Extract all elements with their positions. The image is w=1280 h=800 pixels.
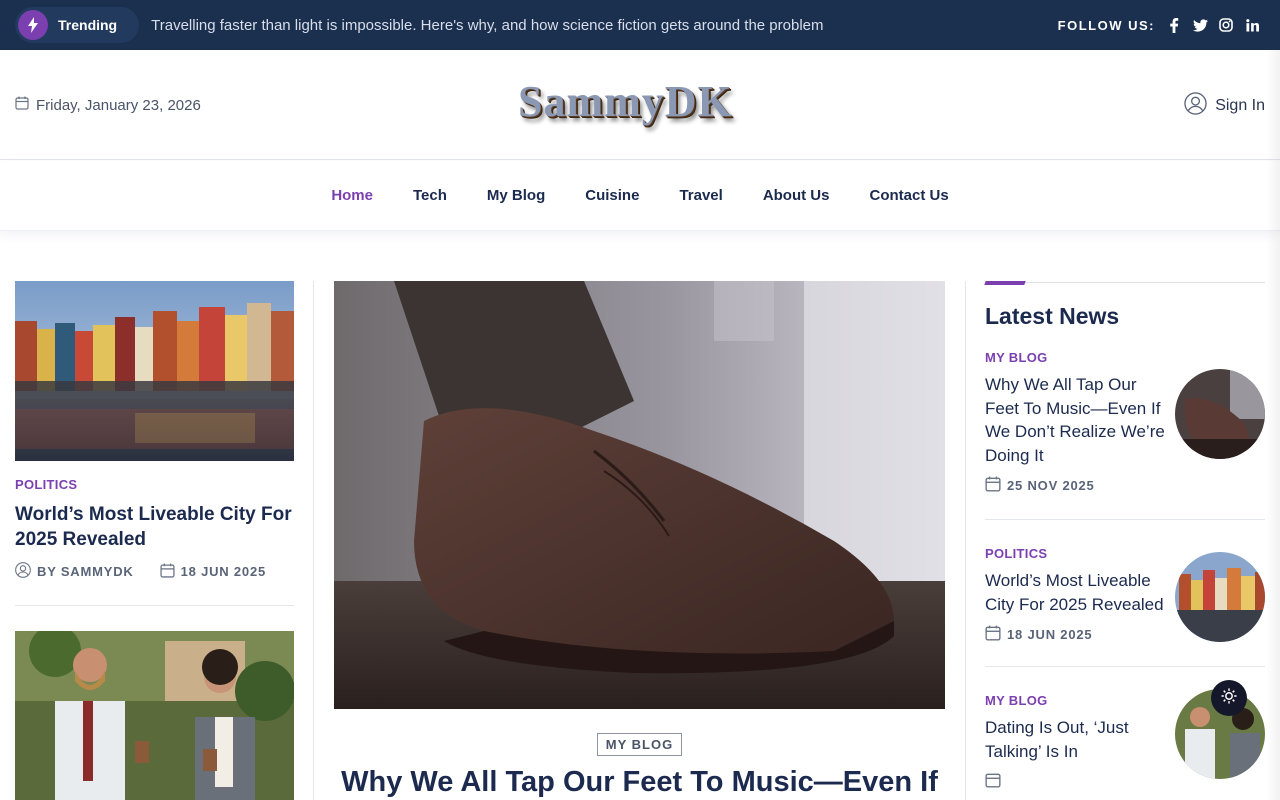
sign-in-link[interactable]: Sign In [1184,92,1265,120]
divider [15,605,294,606]
post-title[interactable]: World’s Most Liveable City For 2025 Reve… [15,502,294,552]
news-category[interactable]: MY BLOG [985,350,1165,365]
follow-us: FOLLOW US: [1058,12,1265,38]
trending-pill[interactable]: Trending [15,7,140,43]
calendar-icon [160,563,175,581]
date-text: Friday, January 23, 2026 [36,96,201,114]
column-divider [965,281,966,800]
left-column: POLITICS World’s Most Liveable City For … [15,281,294,800]
theme-toggle-button[interactable] [1211,680,1247,716]
shoe-image[interactable] [334,281,945,709]
calendar-icon [985,772,1001,791]
trending-label: Trending [58,17,118,33]
user-icon [15,562,31,581]
post-date: 18 JUN 2025 [180,564,267,579]
trending-headline-link[interactable]: Travelling faster than light is impossib… [151,17,823,34]
nav-my-blog[interactable]: My Blog [487,187,545,204]
list-item: POLITICS World’s Most Liveable City For … [985,546,1265,667]
news-category[interactable]: POLITICS [985,546,1165,561]
post-author[interactable]: BY SAMMYDK [37,564,134,579]
news-thumbnail[interactable] [1175,552,1265,642]
latest-news-title: Latest News [985,303,1120,329]
lightning-icon [18,10,48,40]
people-talking-image[interactable] [15,631,294,800]
divider [985,666,1265,667]
news-thumbnail[interactable] [1175,369,1265,459]
instagram-icon[interactable] [1213,12,1239,38]
nav-tech[interactable]: Tech [413,187,447,204]
calendar-icon [985,476,1001,495]
news-date-text: 25 NOV 2025 [1007,478,1095,493]
sign-in-label: Sign In [1215,97,1265,114]
nav-travel[interactable]: Travel [679,187,722,204]
follow-us-label: FOLLOW US: [1057,17,1155,33]
column-divider [313,281,314,800]
city-canal-image[interactable] [15,281,294,461]
current-date: Friday, January 23, 2026 [15,96,201,114]
linkedin-icon[interactable] [1239,12,1265,38]
nav-contact-us[interactable]: Contact Us [869,187,948,204]
main-nav: Home Tech My Blog Cuisine Travel About U… [0,161,1280,231]
news-title[interactable]: World’s Most Liveable City For 2025 Reve… [985,569,1165,616]
news-date [985,772,1165,791]
twitter-icon[interactable] [1187,12,1213,38]
featured-category-badge[interactable]: MY BLOG [596,733,683,756]
section-rule [984,281,1265,285]
nav-home[interactable]: Home [331,187,373,204]
news-title[interactable]: Why We All Tap Our Feet To Music—Even If… [985,373,1165,467]
list-item: MY BLOG Why We All Tap Our Feet To Music… [985,350,1265,520]
site-logo[interactable]: SammyDK [518,76,733,127]
calendar-icon [15,96,29,114]
site-header: Friday, January 23, 2026 SammyDK Sign In [0,50,1280,160]
news-title[interactable]: Dating Is Out, ‘Just Talking’ Is In [985,716,1165,763]
nav-about-us[interactable]: About Us [763,187,830,204]
news-date-text: 18 JUN 2025 [1007,627,1093,642]
nav-cuisine[interactable]: Cuisine [585,187,639,204]
news-date: 25 NOV 2025 [985,476,1165,495]
user-icon [1184,92,1207,120]
scroll-edge-shade [1266,50,1280,800]
divider [985,519,1265,520]
sun-icon [1221,688,1237,709]
post-category[interactable]: POLITICS [15,477,294,492]
post-meta: BY SAMMYDK 18 JUN 2025 [15,562,294,581]
facebook-icon[interactable] [1161,12,1187,38]
calendar-icon [985,625,1001,644]
featured-title[interactable]: Why We All Tap Our Feet To Music—Even If [334,766,945,799]
news-date: 18 JUN 2025 [985,625,1165,644]
news-category[interactable]: MY BLOG [985,693,1165,708]
featured-post: MY BLOG Why We All Tap Our Feet To Music… [334,281,945,799]
top-bar: Trending Travelling faster than light is… [0,0,1280,50]
